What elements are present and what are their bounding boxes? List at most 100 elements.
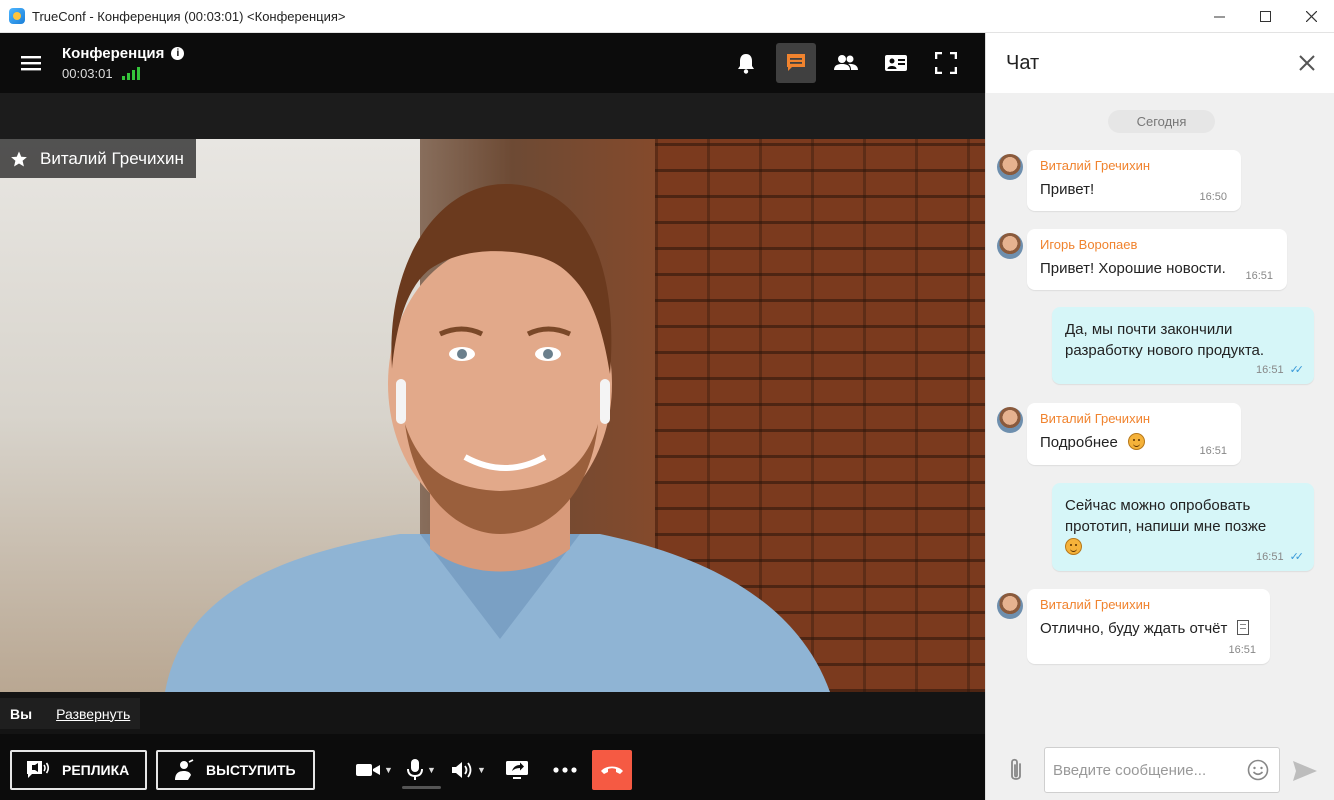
message-time-text: 16:51 (1256, 550, 1284, 563)
camera-control[interactable]: ▼ (355, 752, 393, 788)
window-title: TrueConf - Конференция (00:03:01) <Конфе… (32, 8, 346, 24)
self-view-tag: Вы Развернуть (0, 698, 141, 729)
speak-button[interactable]: ВЫСТУПИТЬ (156, 750, 315, 790)
maximize-button[interactable] (1242, 0, 1288, 33)
expand-self-view-link[interactable]: Развернуть (56, 706, 130, 722)
chat-panel: Чат Сегодня Виталий Гречихин Привет! 16:… (985, 33, 1334, 800)
speaker-icon (452, 762, 472, 778)
notifications-button[interactable] (726, 43, 766, 83)
document-icon (1236, 620, 1249, 635)
chevron-down-icon: ▼ (427, 765, 436, 775)
chat-title: Чат (1006, 51, 1040, 74)
chat-message: Игорь Воропаев Привет! Хорошие новости. … (1027, 229, 1287, 290)
speech-bubble-sound-icon (27, 761, 50, 778)
content-share-button[interactable] (876, 43, 916, 83)
info-icon[interactable]: i (171, 47, 185, 60)
message-time-text: 16:50 (1199, 191, 1227, 203)
minimize-icon (1213, 16, 1225, 18)
message-input-box (1044, 747, 1280, 793)
avatar[interactable] (997, 407, 1023, 433)
speak-label: ВЫСТУПИТЬ (206, 762, 296, 778)
conference-timer: 00:03:01 (62, 66, 113, 81)
mic-level-indicator (402, 786, 441, 789)
window-titlebar: TrueConf - Конференция (00:03:01) <Конфе… (0, 0, 1334, 33)
avatar[interactable] (997, 233, 1023, 259)
chevron-down-icon: ▼ (477, 765, 486, 775)
message-time: 16:51 (1228, 644, 1256, 656)
message-text: Сейчас можно опробовать прототип, напиши… (1065, 495, 1301, 558)
chevron-down-icon: ▼ (384, 765, 393, 775)
bell-icon (738, 54, 754, 74)
message-text-row: Отлично, буду ждать отчёт (1040, 618, 1257, 639)
conference-timer-row: 00:03:01 (62, 66, 184, 81)
chat-toggle-button[interactable] (776, 43, 816, 83)
star-icon (11, 151, 27, 166)
close-icon (1305, 11, 1317, 22)
microphone-control[interactable]: ▼ (406, 752, 436, 788)
message-sender: Виталий Гречихин (1040, 158, 1151, 173)
hangup-button[interactable] (592, 750, 632, 790)
message-time: 16:51 ✓✓ (1256, 550, 1305, 564)
emoji-picker-icon[interactable] (1247, 759, 1269, 781)
menu-button[interactable] (0, 33, 62, 93)
screen-share-icon (506, 761, 528, 779)
message-input[interactable] (1045, 748, 1245, 792)
conference-area: Конференция i 00:03:01 Виталий Гречихин … (0, 33, 985, 800)
conference-meta: Конференция i 00:03:01 (62, 45, 185, 81)
message-line: прототип, напиши мне позже (1065, 518, 1267, 535)
window-controls (1196, 0, 1334, 33)
chat-icon (787, 54, 805, 71)
raise-hand-speaker-icon (175, 759, 194, 780)
top-actions (726, 43, 966, 83)
message-time: 16:51 (1245, 270, 1273, 282)
date-separator: Сегодня (1108, 110, 1215, 133)
video-top-strip (0, 93, 985, 139)
participants-button[interactable] (826, 43, 866, 83)
message-sender: Виталий Гречихин (1040, 597, 1151, 612)
speaker-name: Виталий Гречихин (40, 148, 184, 168)
message-time-text: 16:51 (1228, 644, 1256, 656)
chat-input-area (986, 740, 1334, 800)
participants-icon (834, 55, 858, 70)
avatar[interactable] (997, 593, 1023, 619)
read-checkmarks-icon: ✓✓ (1289, 364, 1305, 376)
speaker-name-tag: Виталий Гречихин (0, 139, 196, 178)
screen-share-control[interactable] (505, 752, 529, 788)
conference-name: Конференция (62, 45, 165, 62)
smiling-face-emoji-icon (1065, 538, 1082, 555)
message-line: разработку нового продукта. (1065, 342, 1265, 359)
chat-message: Виталий Гречихин Отлично, буду ждать отч… (1027, 589, 1270, 664)
message-text: Подробнее (1040, 434, 1118, 451)
minimize-button[interactable] (1196, 0, 1242, 33)
self-view-bar: Вы Развернуть (0, 692, 985, 734)
read-checkmarks-icon: ✓✓ (1289, 551, 1305, 563)
fullscreen-icon (935, 52, 957, 74)
send-icon[interactable] (1292, 759, 1318, 783)
replica-button[interactable]: РЕПЛИКА (10, 750, 147, 790)
content-share-icon (885, 55, 907, 71)
avatar[interactable] (997, 154, 1023, 180)
more-options-button[interactable] (553, 752, 577, 788)
message-time: 16:50 (1199, 191, 1227, 203)
call-controls: РЕПЛИКА ВЫСТУПИТЬ ▼ ▼ ▼ (0, 734, 985, 800)
fullscreen-button[interactable] (926, 43, 966, 83)
chat-message: Виталий Гречихин Подробнее 16:51 (1027, 403, 1241, 465)
message-line: Да, мы почти закончили (1065, 321, 1233, 338)
trueconf-logo-icon (9, 8, 25, 24)
message-time-text: 16:51 (1245, 270, 1273, 282)
message-text: Привет! Хорошие новости. (1040, 260, 1226, 277)
self-view-label: Вы (10, 705, 33, 722)
chat-message-own: Сейчас можно опробовать прототип, напиши… (1052, 483, 1314, 571)
paperclip-icon[interactable] (1004, 756, 1028, 784)
close-chat-icon[interactable] (1295, 51, 1319, 75)
conference-topbar: Конференция i 00:03:01 (0, 33, 985, 93)
speaker-volume-control[interactable]: ▼ (450, 752, 486, 788)
message-time-text: 16:51 (1199, 445, 1227, 457)
message-time-text: 16:51 (1256, 363, 1284, 376)
chat-header: Чат (986, 33, 1334, 93)
close-window-button[interactable] (1288, 0, 1334, 33)
chat-message-own: Да, мы почти закончили разработку нового… (1052, 307, 1314, 384)
message-time: 16:51 (1199, 445, 1227, 457)
speaker-video[interactable]: Виталий Гречихин (0, 139, 985, 692)
message-line: Сейчас можно опробовать (1065, 497, 1251, 514)
